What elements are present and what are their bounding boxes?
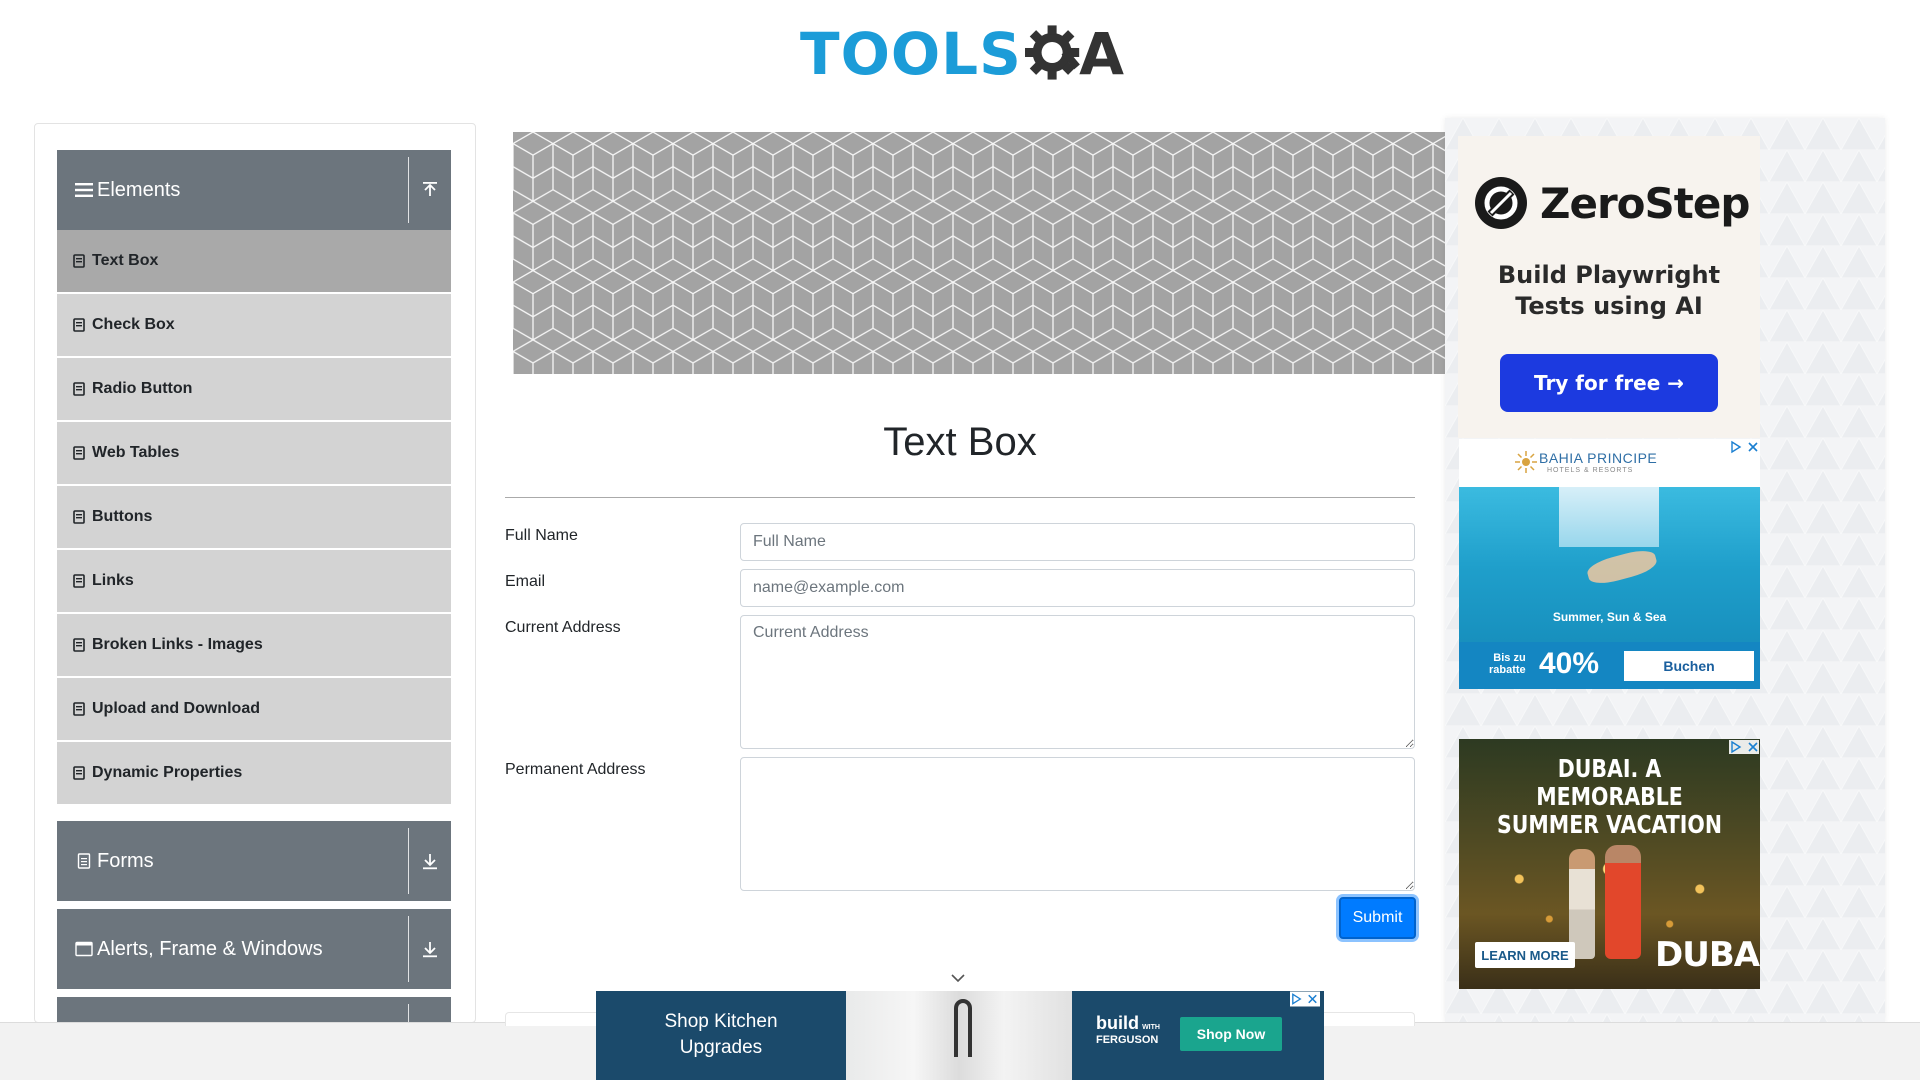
toolsqa-logo[interactable]: TOOLS A [800, 14, 1124, 94]
sidebar-item-label: Upload and Download [92, 700, 260, 717]
adchoices-icon[interactable] [1729, 740, 1759, 754]
download-arrow-icon[interactable] [409, 909, 451, 989]
current-address-textarea[interactable] [740, 615, 1415, 749]
list-icon [73, 254, 85, 268]
group-title-alerts: Alerts, Frame & Windows [97, 937, 323, 960]
sidebar-item-label: Broken Links - Images [92, 636, 263, 653]
hamburger-icon [75, 181, 93, 199]
sidebar-item-radio-button[interactable]: Radio Button [57, 358, 451, 420]
zerostep-logo-icon [1475, 177, 1527, 229]
hex-pattern-banner [513, 132, 1445, 374]
sidebar-item-dynamic-properties[interactable]: Dynamic Properties [57, 742, 451, 804]
permanent-address-textarea[interactable] [740, 757, 1415, 891]
list-icon [73, 574, 85, 588]
faucet-image [954, 999, 972, 1057]
bahia-discount-label: Bis zu rabatte [1489, 652, 1526, 676]
adchoices-icon[interactable] [1290, 991, 1320, 1007]
buchen-button[interactable]: Buchen [1624, 651, 1754, 681]
group-divider [408, 157, 409, 223]
cube-pattern [513, 132, 1445, 374]
current-address-label: Current Address [505, 619, 621, 636]
bahia-subtitle: HOTELS & RESORTS [1547, 467, 1634, 474]
dubai-headline: DUBAI. A MEMORABLE SUMMER VACATION [1496, 754, 1722, 839]
sun-icon [1515, 451, 1537, 473]
sidebar-item-label: Check Box [92, 316, 175, 333]
group-title-forms: Forms [97, 849, 154, 872]
sidebar-item-text-box[interactable]: Text Box [57, 230, 451, 292]
group-divider [408, 916, 409, 982]
list-icon [73, 702, 85, 716]
logo-text-a: A [1079, 20, 1124, 88]
zerostep-logo: ZeroStep [1474, 176, 1750, 230]
page-title: Text Box [883, 420, 1037, 464]
group-divider [408, 828, 409, 894]
window-icon [75, 940, 93, 958]
dubai-brand: DUBAI [1655, 935, 1760, 975]
ferguson-brand: build WITH FERGUSON [1096, 1013, 1160, 1046]
sidebar-item-web-tables[interactable]: Web Tables [57, 422, 451, 484]
sidebar-item-buttons[interactable]: Buttons [57, 486, 451, 548]
learn-more-button[interactable]: LEARN MORE [1475, 942, 1575, 968]
chevron-down-icon[interactable] [950, 972, 966, 984]
list-icon [73, 318, 85, 332]
dubai-woman-figure [1605, 845, 1641, 959]
submit-button[interactable]: Submit [1339, 897, 1416, 939]
bahia-header: BAHIA PRINCIPE HOTELS & RESORTS [1459, 439, 1760, 487]
sidebar-item-check-box[interactable]: Check Box [57, 294, 451, 356]
list-icon [73, 446, 85, 460]
sidebar: Elements Text Box Check Box Radio Button… [34, 123, 476, 1023]
list-icon [73, 510, 85, 524]
ad-kitchen-ferguson[interactable]: Shop Kitchen Upgrades build WITH FERGUSO… [596, 991, 1324, 1080]
permanent-address-label: Permanent Address [505, 761, 646, 778]
zerostep-tagline: Build Playwright Tests using AI [1497, 261, 1721, 320]
email-label: Email [505, 573, 546, 590]
waterfall-image [1559, 487, 1659, 547]
gear-magnifier-icon [1024, 25, 1080, 80]
list-icon [73, 638, 85, 652]
sidebar-item-broken-links[interactable]: Broken Links - Images [57, 614, 451, 676]
group-header-elements[interactable]: Elements [57, 150, 451, 230]
sidebar-item-label: Text Box [92, 252, 159, 269]
document-icon [75, 852, 93, 870]
sidebar-item-links[interactable]: Links [57, 550, 451, 612]
group-header-forms[interactable]: Forms [57, 821, 451, 901]
full-name-label: Full Name [505, 527, 578, 544]
list-icon [73, 766, 85, 780]
sidebar-item-upload-download[interactable]: Upload and Download [57, 678, 451, 740]
try-for-free-button[interactable]: Try for free → [1500, 354, 1718, 412]
group-title-elements: Elements [97, 178, 181, 201]
group-divider [408, 1004, 409, 1022]
ad-dubai[interactable]: DUBAI. A MEMORABLE SUMMER VACATION LEARN… [1459, 739, 1760, 989]
bahia-brand: BAHIA PRINCIPE [1539, 450, 1658, 466]
sidebar-item-label: Links [92, 572, 134, 589]
bahia-discount-value: 40% [1539, 647, 1600, 680]
upload-arrow-icon[interactable] [409, 150, 451, 230]
email-input[interactable] [740, 569, 1415, 607]
sidebar-item-label: Buttons [92, 508, 153, 525]
logo-text-tools: TOOLS [800, 20, 1022, 88]
ad-zerostep[interactable]: ZeroStep Build Playwright Tests using AI… [1458, 136, 1760, 438]
shop-now-button[interactable]: Shop Now [1180, 1017, 1282, 1051]
group-header-next[interactable] [57, 997, 451, 1022]
header: TOOLS A [0, 0, 1920, 112]
download-arrow-icon[interactable] [409, 821, 451, 901]
adchoices-icon[interactable] [1729, 440, 1759, 454]
list-icon [73, 382, 85, 396]
sidebar-item-label: Web Tables [92, 444, 180, 461]
kitchen-ad-text: Shop Kitchen Upgrades [664, 1011, 778, 1058]
full-name-input[interactable] [740, 523, 1415, 561]
bahia-slogan: Summer, Sun & Sea [1552, 610, 1667, 624]
group-header-alerts[interactable]: Alerts, Frame & Windows [57, 909, 451, 989]
sidebar-item-label: Radio Button [92, 380, 193, 397]
ad-bahia-principe[interactable]: BAHIA PRINCIPE HOTELS & RESORTS Summer, … [1459, 439, 1760, 689]
title-divider [505, 497, 1415, 498]
zerostep-brand: ZeroStep [1540, 178, 1750, 228]
sidebar-item-label: Dynamic Properties [92, 764, 243, 781]
